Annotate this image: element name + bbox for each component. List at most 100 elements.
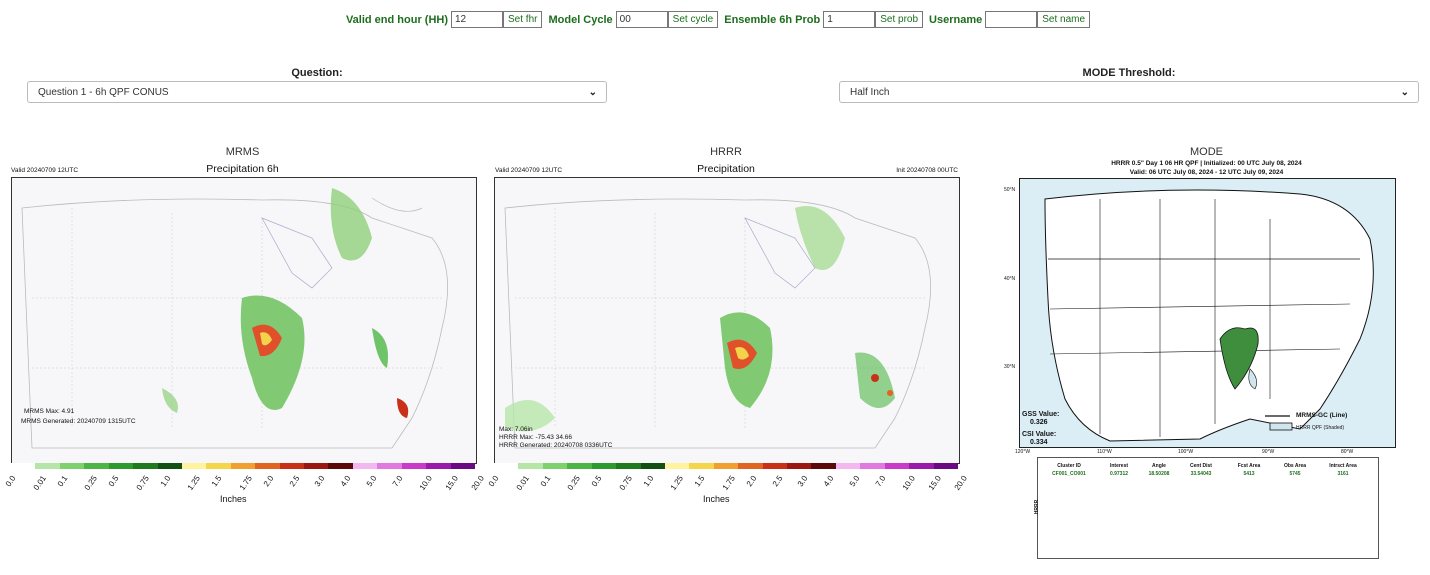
- mode-title-line2: Valid: 06 UTC July 08, 2024 - 12 UTC Jul…: [1129, 169, 1284, 176]
- colorbar-segment: [884, 463, 910, 469]
- mrms-map: MRMS Max: 4.91 MRMS Generated: 20240709 …: [11, 177, 477, 464]
- colorbar-segment: [108, 463, 134, 469]
- colorbar-tick-label: 2.5: [770, 474, 785, 489]
- end-hour-input[interactable]: [451, 11, 503, 28]
- colorbar-tick-label: 1.75: [237, 474, 254, 492]
- colorbar-segment: [762, 463, 788, 469]
- colorbar-tick-label: 15.0: [443, 474, 461, 492]
- colorbar-tick-label: 0.1: [55, 474, 70, 489]
- set-cycle-button[interactable]: Set cycle: [667, 11, 719, 28]
- username-input[interactable]: [985, 11, 1038, 28]
- colorbar-tick-label: 4.0: [338, 474, 353, 489]
- colorbar-segment: [59, 463, 85, 469]
- lon-label: 90°W: [1262, 449, 1275, 455]
- colorbar-tick-label: 0.01: [514, 474, 531, 492]
- colorbar-tick-label: 0.25: [565, 474, 583, 492]
- table-header: Fcst Area: [1237, 463, 1261, 469]
- colorbar-segment: [11, 463, 36, 469]
- colorbar-tick-label: 10.0: [418, 474, 435, 492]
- question-selected-value: Question 1 - 6h QPF CONUS: [38, 86, 169, 98]
- mode-title-line1: HRRR 0.5" Day 1 06 HR QPF | Initialized:…: [1111, 160, 1302, 167]
- colorbar-tick-label: 1.25: [669, 474, 686, 492]
- colorbar-segment: [835, 463, 861, 469]
- colorbar-tick-label: 2.5: [287, 474, 302, 489]
- hrrr-units-label: Inches: [703, 494, 730, 504]
- colorbar-segment: [377, 463, 402, 469]
- colorbar-segment: [640, 463, 665, 469]
- hrrr-panel-title: HRRR: [710, 146, 742, 158]
- set-prob-button[interactable]: Set prob: [875, 11, 924, 28]
- colorbar-segment: [518, 463, 543, 469]
- colorbar-segment: [933, 463, 959, 469]
- table-header: Cluster ID: [1057, 463, 1081, 469]
- hrrr-map: Max: 7.06in HRRR Max: -75.43 34.66 HRRR …: [494, 177, 960, 464]
- question-select[interactable]: Question 1 - 6h QPF CONUS ⌄: [27, 81, 607, 103]
- legend-shaded-label: HRRR QPF (Shaded): [1296, 425, 1345, 431]
- colorbar-tick-label: 0.0: [3, 474, 18, 489]
- table-cell: 5413: [1243, 471, 1255, 477]
- colorbar-segment: [664, 463, 690, 469]
- colorbar-segment: [909, 463, 934, 469]
- colorbar-tick-label: 1.0: [158, 474, 173, 489]
- set-fhr-button[interactable]: Set fhr: [503, 11, 543, 28]
- colorbar-tick-label: 3.0: [796, 474, 810, 489]
- colorbar-segment: [787, 463, 812, 469]
- mrms-max-text: MRMS Max: 4.91: [24, 408, 75, 415]
- end-hour-label: Valid end hour (HH): [345, 13, 448, 26]
- colorbar-tick-label: 3.0: [313, 474, 327, 489]
- colorbar-segment: [401, 463, 427, 469]
- hrrr-max-text: Max: 7.06in: [499, 426, 533, 433]
- controls-bar: Valid end hour (HH) Set fhr Model Cycle …: [0, 11, 1430, 28]
- hrrr-map-image: [495, 178, 959, 463]
- colorbar-tick-label: 0.75: [617, 474, 634, 492]
- csi-label: CSI Value:: [1022, 431, 1057, 438]
- ensemble-prob-label: Ensemble 6h Prob: [724, 13, 821, 26]
- question-label: Question:: [291, 67, 343, 79]
- colorbar-tick-label: 10.0: [901, 474, 918, 492]
- gss-label: GSS Value:: [1022, 411, 1060, 418]
- colorbar-segment: [328, 463, 353, 469]
- colorbar-tick-label: 0.01: [31, 474, 48, 492]
- model-cycle-input[interactable]: [615, 11, 668, 28]
- colorbar-tick-label: 7.0: [390, 474, 405, 489]
- mode-panel-title: MODE: [1190, 146, 1223, 158]
- colorbar-tick-label: 2.0: [261, 474, 276, 489]
- ensemble-prob-input[interactable]: [823, 11, 876, 28]
- colorbar-segment: [206, 463, 231, 469]
- colorbar-tick-label: 1.75: [720, 474, 737, 492]
- colorbar-segment: [426, 463, 451, 469]
- model-cycle-label: Model Cycle: [548, 13, 613, 26]
- colorbar-segment: [616, 463, 641, 469]
- username-label: Username: [929, 13, 983, 26]
- mode-map: GSS Value: 0.326 CSI Value: 0.334 MRMS-G…: [1019, 178, 1396, 448]
- table-cell: CF001_CO001: [1052, 471, 1086, 477]
- mrms-colorbar: [11, 463, 476, 469]
- set-name-button[interactable]: Set name: [1037, 11, 1091, 28]
- colorbar-segment: [860, 463, 885, 469]
- colorbar-tick-label: 4.0: [821, 474, 836, 489]
- table-header: Cent Dist: [1190, 463, 1212, 469]
- threshold-select[interactable]: Half Inch ⌄: [839, 81, 1419, 103]
- lat-label: 40°N: [1004, 276, 1016, 282]
- colorbar-segment: [713, 463, 739, 469]
- colorbar-tick-label: 0.25: [82, 474, 100, 492]
- colorbar-tick-label: 2.0: [744, 474, 759, 489]
- hrrr-colorbar: [494, 463, 959, 469]
- colorbar-segment: [738, 463, 763, 469]
- colorbar-tick-label: 1.25: [186, 474, 203, 492]
- table-header: Obs Area: [1283, 463, 1307, 469]
- colorbar-tick-label: 7.0: [873, 474, 888, 489]
- threshold-selected-value: Half Inch: [850, 86, 890, 98]
- mode-stats-table: HRRR Cluster ID CF001_CO001 Interest 0.9731…: [1034, 457, 1379, 559]
- colorbar-segment: [84, 463, 109, 469]
- lat-label: 30°N: [1004, 364, 1016, 370]
- colorbar-tick-label: 20.0: [952, 474, 969, 492]
- chevron-down-icon: ⌄: [1400, 86, 1409, 98]
- table-cell: 33.54043: [1190, 471, 1212, 477]
- hrrr-generated-text: HRRR Generated: 20240708 0336UTC: [499, 442, 613, 449]
- colorbar-segment: [279, 463, 305, 469]
- csi-value: 0.334: [1030, 439, 1048, 446]
- lon-label: 120°W: [1015, 449, 1031, 455]
- colorbar-tick-label: 5.0: [364, 474, 379, 489]
- threshold-label: MODE Threshold:: [1082, 67, 1176, 79]
